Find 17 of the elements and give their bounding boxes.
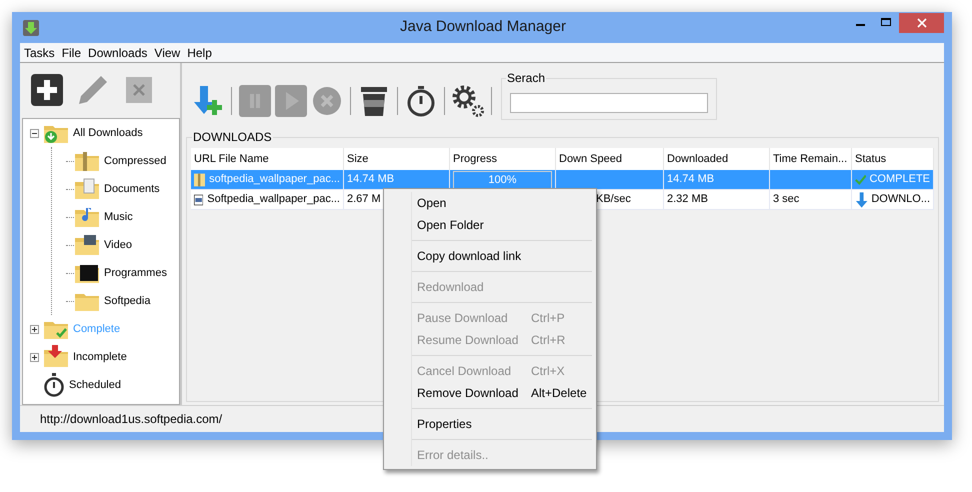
- shortcut-text: Ctrl+R: [531, 332, 566, 349]
- file-name: Softpedia_wallpaper_pac...: [207, 192, 340, 208]
- status-cell-text: DOWNLO...: [871, 192, 930, 208]
- shortcut-text: Ctrl+P: [531, 310, 565, 327]
- status-text: http://download1us.softpedia.com/: [40, 411, 222, 428]
- window-title: Java Download Manager: [400, 17, 566, 38]
- shortcut-text: Ctrl+X: [531, 363, 565, 380]
- progress-text: 100%: [487, 172, 518, 188]
- status-cell-text: COMPLETE: [869, 172, 930, 188]
- shortcut-text: Alt+Delete: [531, 385, 587, 402]
- downloaded-cell-text: 14.74 MB: [667, 172, 714, 188]
- file-name: softpedia_wallpaper_pac...: [209, 172, 340, 188]
- size-cell-text: 2.67 M: [347, 192, 381, 208]
- speed-cell-text: KB/sec: [596, 192, 631, 208]
- time-remaining-cell-text: 3 sec: [773, 192, 800, 208]
- size-cell-text: 14.74 MB: [347, 172, 394, 188]
- downloaded-cell-text: 2.32 MB: [667, 192, 708, 208]
